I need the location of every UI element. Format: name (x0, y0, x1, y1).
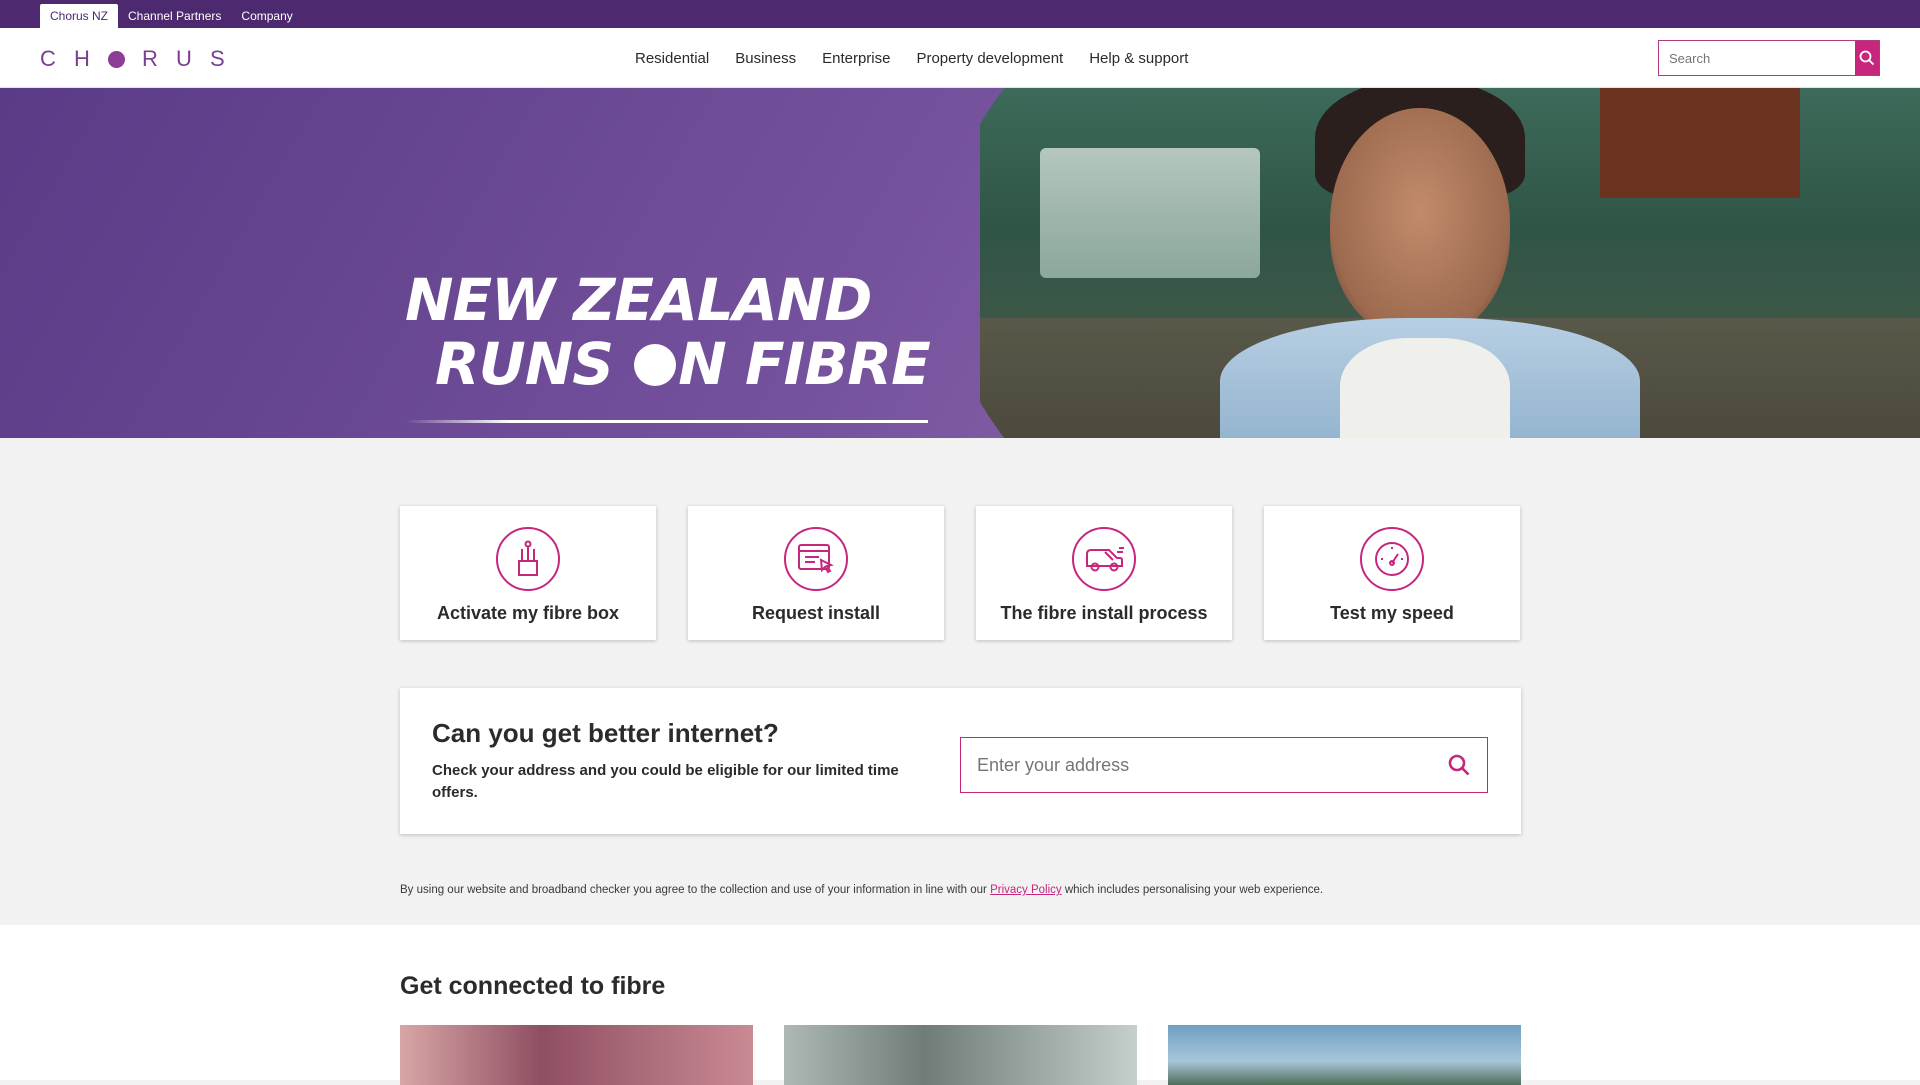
address-checker-panel: Can you get better internet? Check your … (400, 688, 1521, 834)
privacy-policy-link[interactable]: Privacy Policy (990, 884, 1062, 896)
nav-help-support[interactable]: Help & support (1089, 50, 1188, 67)
utility-tab-chorus-nz[interactable]: Chorus NZ (40, 4, 119, 28)
quick-link-label: The fibre install process (1000, 603, 1208, 623)
logo-letter: H (74, 46, 90, 71)
site-search (1658, 40, 1880, 76)
quick-link-request-install[interactable]: Request install (688, 506, 944, 640)
van-icon (1086, 547, 1124, 572)
search-icon (1448, 754, 1470, 776)
quick-link-activate-fibre-box[interactable]: Activate my fibre box (400, 506, 656, 640)
main-header: C H R U S Residential Business Enterpris… (0, 28, 1920, 88)
chorus-logo[interactable]: C H R U S (40, 46, 244, 72)
fibre-dot-icon (634, 344, 677, 386)
checker-title: Can you get better internet? (432, 718, 779, 748)
utility-tab-company[interactable]: Company (231, 4, 302, 28)
quick-link-test-speed[interactable]: Test my speed (1264, 506, 1520, 640)
address-search-button[interactable] (1431, 738, 1487, 792)
logo-letter: C (40, 46, 56, 71)
utility-tab-channel-partners[interactable]: Channel Partners (118, 4, 231, 28)
utility-bar: Chorus NZ Channel Partners Company (0, 0, 1920, 28)
feature-card-image[interactable] (400, 1025, 753, 1085)
nav-business[interactable]: Business (735, 50, 796, 67)
nav-property-development[interactable]: Property development (916, 50, 1063, 67)
logo-letter: U (176, 46, 192, 71)
speedometer-icon (1375, 542, 1409, 576)
quick-link-label: Test my speed (1330, 603, 1454, 623)
quick-link-fibre-install-process[interactable]: The fibre install process (976, 506, 1232, 640)
feature-card-image[interactable] (1168, 1025, 1521, 1085)
address-input[interactable] (961, 738, 1431, 792)
quick-link-label: Activate my fibre box (436, 603, 620, 623)
privacy-notice: By using our website and broadband check… (400, 884, 1324, 896)
hero-underline (405, 420, 928, 423)
search-button[interactable] (1855, 41, 1879, 75)
get-connected-section: Get connected to fibre (0, 925, 1920, 1085)
nav-enterprise[interactable]: Enterprise (822, 50, 890, 67)
quick-links: Activate my fibre box Request install Th… (400, 506, 1520, 640)
logo-letter: R (142, 46, 158, 71)
main-nav: Residential Business Enterprise Property… (635, 28, 1188, 88)
address-search-box (960, 737, 1488, 793)
browser-click-icon (798, 544, 834, 574)
hero-banner: NEW ZEALAND RUNS N FIBRE (0, 88, 1920, 438)
section-title: Get connected to fibre (400, 972, 666, 1000)
nav-residential[interactable]: Residential (635, 50, 709, 67)
logo-dot (108, 50, 125, 68)
hero-title-line1: NEW ZEALAND (405, 266, 872, 334)
feature-card-image[interactable] (784, 1025, 1137, 1085)
checker-description: Check your address and you could be elig… (432, 762, 899, 801)
hero-title: NEW ZEALAND RUNS N FIBRE (405, 266, 931, 398)
logo-letter: S (210, 46, 225, 71)
search-input[interactable] (1659, 41, 1855, 75)
hero-title-line2: RUNS N FIBRE (435, 330, 931, 398)
fibre-box-icon (518, 540, 538, 576)
hero-photo (980, 88, 1920, 438)
search-icon (1859, 50, 1875, 66)
quick-link-label: Request install (751, 603, 881, 623)
